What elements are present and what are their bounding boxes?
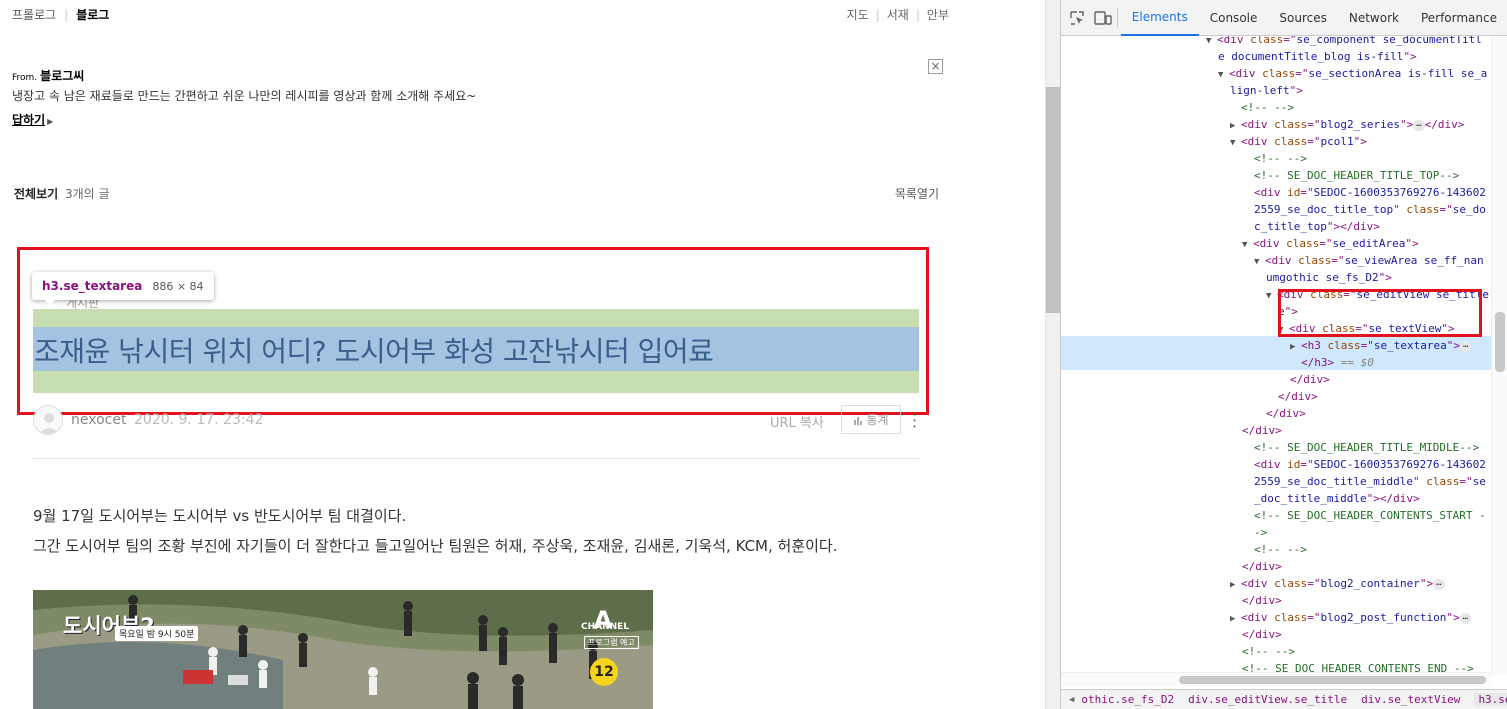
breadcrumb-item[interactable]: div.se_textView xyxy=(1361,693,1460,706)
user-silhouette-icon xyxy=(39,413,59,434)
program-preview-tag: 프로그램 예고 xyxy=(584,636,639,649)
post-paragraph-1: 9월 17일 도시어부는 도시어부 vs 반도시어부 팀 대결이다. xyxy=(33,507,407,525)
nav-library-link[interactable]: 서재 xyxy=(887,6,909,23)
vertical-scrollbar-thumb[interactable] xyxy=(1495,312,1505,372)
notice-from-name[interactable]: 블로그씨 xyxy=(40,67,84,84)
breadcrumb-item[interactable]: othic.se_fs_D2 xyxy=(1081,693,1174,706)
tab-console[interactable]: Console xyxy=(1199,0,1269,36)
devtools-panel: Elements Console Sources Network Perform… xyxy=(1060,0,1507,709)
post-paragraph-2: 그간 도시어부 팀의 조황 부진에 자기들이 더 잘한다고 들고일어난 팀원은 … xyxy=(33,537,838,555)
more-options-icon[interactable]: · · · xyxy=(912,407,917,435)
tab-performance[interactable]: Performance xyxy=(1410,0,1507,36)
notice-reply-link[interactable]: 답하기 ▶ xyxy=(12,111,58,128)
stats-label: 통계 xyxy=(866,413,889,427)
breadcrumb-scroll-left-icon[interactable]: ◀ xyxy=(1069,695,1074,705)
author-avatar[interactable] xyxy=(33,405,63,435)
top-nav-left: 프롤로그 | 블로그 xyxy=(12,6,109,23)
devtools-toolbar: Elements Console Sources Network Perform… xyxy=(1061,0,1507,36)
nav-guestbook-link[interactable]: 안부 xyxy=(927,6,949,23)
devtools-breadcrumb: ◀ othic.se_fs_D2 div.se_editView.se_titl… xyxy=(1061,689,1507,709)
stats-button[interactable]: 통계 xyxy=(841,405,901,434)
dom-tree-vertical-scrollbar[interactable] xyxy=(1491,36,1507,676)
nav-prologue-link[interactable]: 프롤로그 xyxy=(12,6,56,23)
inspect-element-icon[interactable] xyxy=(1068,7,1087,29)
all-posts-header: 전체보기 3개의 글 xyxy=(14,185,110,202)
tab-network[interactable]: Network xyxy=(1338,0,1410,36)
annotation-red-box xyxy=(17,247,929,415)
dom-tree[interactable]: ▼ <div class="se_component se_documentTit… xyxy=(1061,36,1491,676)
nav-separator: | xyxy=(64,7,69,22)
tab-elements[interactable]: Elements xyxy=(1120,0,1199,36)
url-copy-button[interactable]: URL 복사 xyxy=(770,412,824,431)
nav-separator: | xyxy=(875,7,880,22)
age-rating-badge: 12 xyxy=(590,658,618,686)
author-name[interactable]: nexocet xyxy=(71,412,126,428)
notice-message: 냉장고 속 남은 재료들로 만드는 간편하고 쉬운 나만의 레시피를 영상과 함… xyxy=(12,89,477,103)
caret-right-icon: ▶ xyxy=(47,117,54,126)
nav-separator: | xyxy=(915,7,920,22)
video-thumbnail[interactable]: 도시어부2 목요일 밤 9시 50분 A CHANNEL 프로그램 예고 12 xyxy=(33,590,653,709)
notice-from: From. 블로그씨 xyxy=(12,67,84,84)
post-count: 3개의 글 xyxy=(65,187,110,201)
breadcrumb-item[interactable]: div.se_editView.se_title xyxy=(1188,693,1347,706)
notice-from-prefix: From. xyxy=(12,73,38,83)
all-posts-label[interactable]: 전체보기 xyxy=(14,187,58,201)
open-list-button[interactable]: 목록열기 xyxy=(895,185,939,202)
horizontal-scrollbar-thumb[interactable] xyxy=(1179,676,1486,684)
tab-sources[interactable]: Sources xyxy=(1268,0,1337,36)
dollar0-marker: == $0 xyxy=(1340,356,1374,369)
nav-map-link[interactable]: 지도 xyxy=(847,6,869,23)
bar-chart-icon xyxy=(854,416,863,425)
reply-label: 답하기 xyxy=(12,113,46,127)
annotation-red-box-devtools xyxy=(1278,289,1482,337)
breadcrumb-item-active[interactable]: h3.se_textarea xyxy=(1474,693,1507,706)
toolbar-separator xyxy=(1116,7,1118,28)
page-scrollbar[interactable] xyxy=(1045,0,1060,709)
page-scrollbar-thumb[interactable] xyxy=(1046,87,1060,313)
fishing-scene-image xyxy=(33,590,653,709)
nav-blog-link[interactable]: 블로그 xyxy=(76,6,109,23)
show-schedule: 목요일 밤 9시 50분 xyxy=(115,626,199,641)
device-toolbar-icon[interactable] xyxy=(1094,7,1113,29)
channel-label: CHANNEL xyxy=(581,622,630,632)
dom-tree-horizontal-scrollbar[interactable] xyxy=(1061,672,1491,686)
blog-page: 프롤로그 | 블로그 지도 | 서재 | 안부 From. 블로그씨 × 냉장고… xyxy=(0,0,1045,709)
post-date: 2020. 9. 17. 23:42 xyxy=(134,412,264,428)
top-nav-right: 지도 | 서재 | 안부 xyxy=(847,6,949,23)
notice-close-button[interactable]: × xyxy=(928,59,943,74)
divider xyxy=(33,458,919,459)
